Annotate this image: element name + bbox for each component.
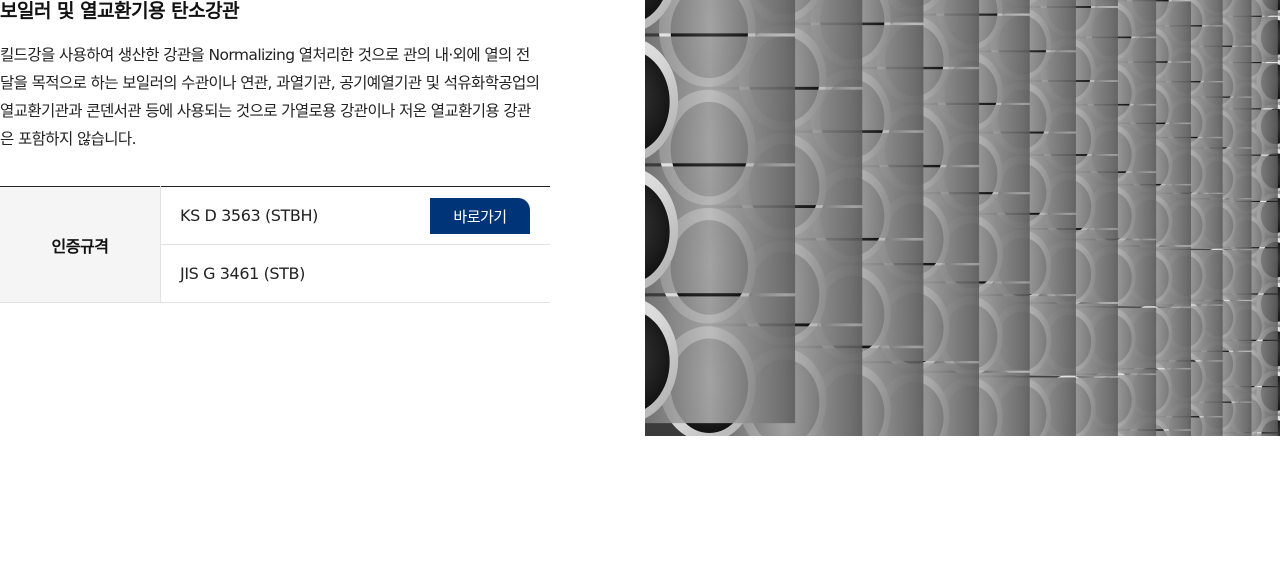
- certification-table: 인증규격 KS D 3563 (STBH) 바로가기 JIS G 3461 (S…: [0, 186, 550, 303]
- steel-pipes-image: [645, 0, 1280, 436]
- pipe-end: [645, 0, 796, 34]
- standard-cell-jis: JIS G 3461 (STB): [160, 244, 550, 303]
- steel-pipes-illustration: [645, 0, 1280, 436]
- product-title: 보일러 및 열교환기용 탄소강관: [0, 0, 240, 22]
- product-description: 킬드강을 사용하여 생산한 강관을 Normalizing 열처리한 것으로 관…: [0, 46, 540, 148]
- certification-header: 인증규격: [0, 186, 161, 303]
- standard-cell-ks: KS D 3563 (STBH) 바로가기: [160, 186, 550, 245]
- certification-row-ks: 인증규격 KS D 3563 (STBH) 바로가기: [0, 186, 550, 303]
- standard-name-ks: KS D 3563 (STBH): [180, 206, 318, 225]
- pipe-end: [645, 296, 796, 424]
- standard-name-jis: JIS G 3461 (STB): [180, 264, 305, 283]
- pipe-end: [645, 166, 796, 294]
- goto-button[interactable]: 바로가기: [430, 198, 530, 234]
- pipe-end: [645, 36, 796, 164]
